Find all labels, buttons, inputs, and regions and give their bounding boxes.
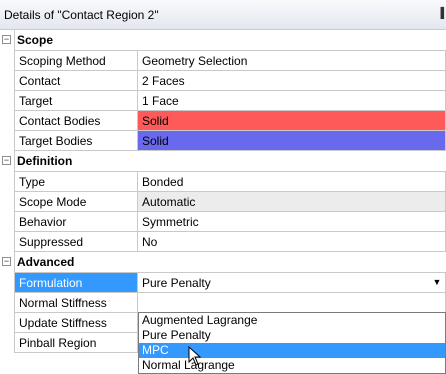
property-label: Scoping Method <box>14 51 138 71</box>
property-row-target[interactable]: Target 1 Face <box>0 91 446 111</box>
section-scope[interactable]: − Scope <box>0 30 446 51</box>
details-title-bar: Details of "Contact Region 2" ▐ <box>0 0 446 30</box>
property-value[interactable]: Bonded <box>138 172 446 192</box>
property-label: Behavior <box>14 212 138 232</box>
property-label: Type <box>14 172 138 192</box>
property-label: Target <box>14 91 138 111</box>
property-row-normal-stiffness[interactable]: Normal Stiffness <box>0 293 446 313</box>
property-label: Scope Mode <box>14 192 138 212</box>
property-row-scope-mode[interactable]: Scope Mode Automatic <box>0 192 446 212</box>
property-row-contact-bodies[interactable]: Contact Bodies Solid <box>0 111 446 131</box>
section-label: Definition <box>17 154 73 168</box>
property-label: Contact Bodies <box>14 111 138 131</box>
property-row-formulation[interactable]: Formulation Pure Penalty ▼ <box>0 273 446 293</box>
property-row-suppressed[interactable]: Suppressed No <box>0 232 446 252</box>
property-row-contact[interactable]: Contact 2 Faces <box>0 71 446 91</box>
property-row-behavior[interactable]: Behavior Symmetric <box>0 212 446 232</box>
property-label: Target Bodies <box>14 131 138 151</box>
property-label: Pinball Region <box>14 333 138 353</box>
property-value: Automatic <box>138 192 446 212</box>
property-value[interactable]: No <box>138 232 446 252</box>
pin-icon[interactable]: ▐ <box>437 8 444 19</box>
property-value[interactable]: 1 Face <box>138 91 446 111</box>
dropdown-option-augmented-lagrange[interactable]: Augmented Lagrange <box>139 313 445 328</box>
property-value[interactable]: Geometry Selection <box>138 51 446 71</box>
dropdown-option-mpc[interactable]: MPC <box>139 343 445 358</box>
contact-bodies-value[interactable]: Solid <box>138 111 446 131</box>
property-label-selected: Formulation <box>14 273 138 293</box>
property-label: Contact <box>14 71 138 91</box>
property-value[interactable]: Symmetric <box>138 212 446 232</box>
property-label: Normal Stiffness <box>14 293 138 313</box>
target-bodies-value[interactable]: Solid <box>138 131 446 151</box>
property-value[interactable]: 2 Faces <box>138 71 446 91</box>
chevron-down-icon[interactable]: ▼ <box>429 273 445 292</box>
collapse-icon[interactable]: − <box>2 257 11 266</box>
section-advanced[interactable]: − Advanced <box>0 252 446 273</box>
collapse-icon[interactable]: − <box>2 35 11 44</box>
formulation-select[interactable]: Pure Penalty ▼ <box>138 273 446 293</box>
details-grid: − Scope Scoping Method Geometry Selectio… <box>0 30 446 353</box>
property-label: Suppressed <box>14 232 138 252</box>
section-definition[interactable]: − Definition <box>0 151 446 172</box>
formulation-dropdown-list[interactable]: Augmented Lagrange Pure Penalty MPC Norm… <box>138 312 446 374</box>
collapse-icon[interactable]: − <box>2 156 11 165</box>
dropdown-option-normal-lagrange[interactable]: Normal Lagrange <box>139 358 445 373</box>
formulation-value: Pure Penalty <box>142 276 211 290</box>
property-label: Update Stiffness <box>14 313 138 333</box>
arrow-cursor-icon <box>188 346 202 366</box>
section-label: Advanced <box>17 255 75 269</box>
details-title: Details of "Contact Region 2" <box>4 8 159 22</box>
property-row-target-bodies[interactable]: Target Bodies Solid <box>0 131 446 151</box>
dropdown-option-pure-penalty[interactable]: Pure Penalty <box>139 328 445 343</box>
section-label: Scope <box>17 33 54 47</box>
property-value[interactable] <box>138 293 446 313</box>
property-row-scoping-method[interactable]: Scoping Method Geometry Selection <box>0 51 446 71</box>
property-row-type[interactable]: Type Bonded <box>0 172 446 192</box>
